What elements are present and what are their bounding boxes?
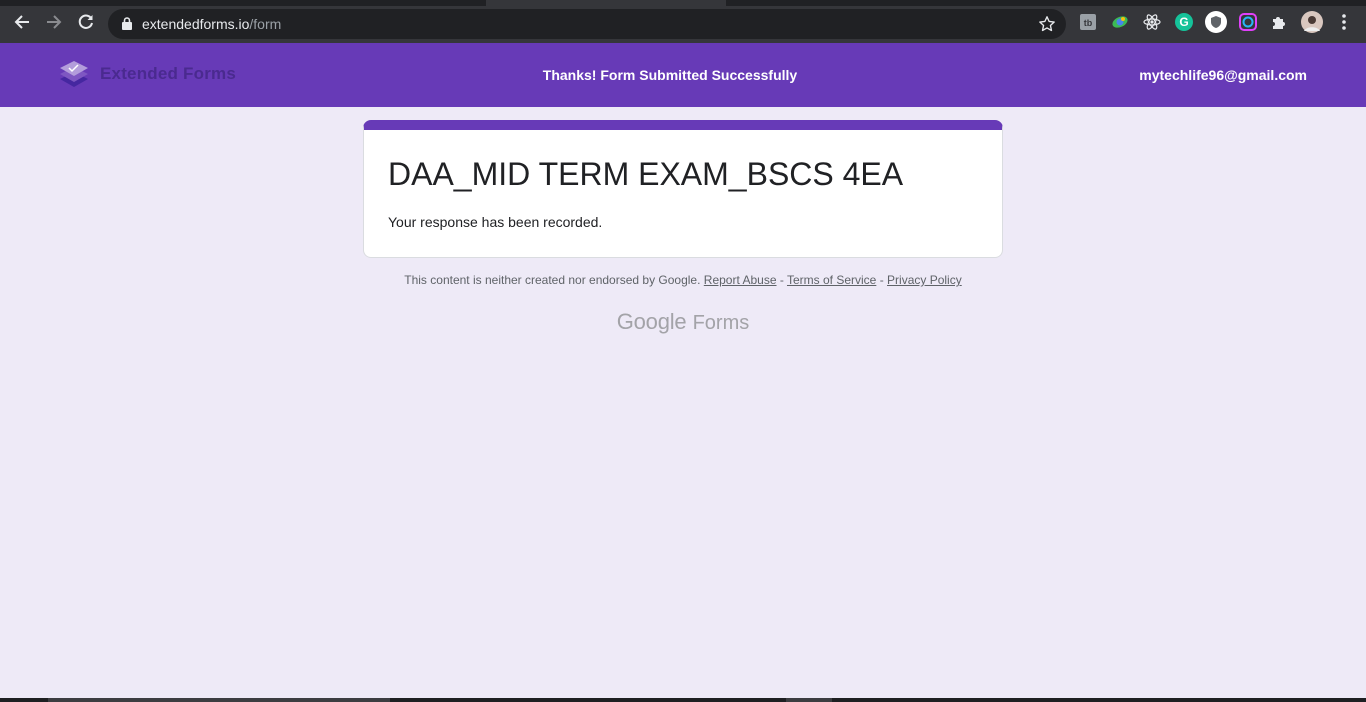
disclaimer-text: This content is neither created nor endo… (404, 273, 701, 287)
url-path: /form (249, 16, 282, 32)
scrollbar-segment (48, 698, 390, 702)
tab-strip-edge (726, 0, 1366, 6)
window-bottom-edge (0, 698, 1366, 702)
privacy-policy-link[interactable]: Privacy Policy (887, 273, 962, 287)
react-icon[interactable] (1143, 13, 1161, 31)
avatar[interactable] (1301, 11, 1323, 33)
google-wordmark: Google (616, 309, 687, 334)
svg-text:tb: tb (1084, 18, 1093, 28)
forward-button[interactable] (44, 12, 64, 32)
form-title: DAA_MID TERM EXAM_BSCS 4EA (388, 156, 904, 192)
page-viewport: Extended Forms Thanks! Form Submitted Su… (0, 43, 1366, 698)
footer: This content is neither created nor endo… (0, 273, 1366, 287)
svg-text:G: G (1179, 15, 1188, 29)
reload-icon (78, 14, 93, 29)
forms-wordmark: Forms (692, 312, 750, 334)
color-ring-icon[interactable] (1239, 13, 1257, 31)
reload-button[interactable] (76, 12, 96, 32)
footer-separator: - (779, 273, 784, 287)
report-abuse-link[interactable]: Report Abuse (704, 273, 777, 287)
shield-extension-icon[interactable] (1205, 11, 1227, 33)
footer-separator: - (879, 273, 884, 287)
confirmation-card: DAA_MID TERM EXAM_BSCS 4EA Your response… (363, 120, 1003, 258)
browser-toolbar: extendedforms.io/form tb G (0, 0, 1366, 43)
tb-extension-icon[interactable]: tb (1079, 13, 1097, 31)
account-email[interactable]: mytechlife96@gmail.com (1139, 67, 1307, 83)
globe-extension-icon[interactable] (1111, 13, 1129, 31)
arrow-right-icon (47, 15, 62, 29)
terms-of-service-link[interactable]: Terms of Service (787, 273, 876, 287)
lock-icon[interactable] (122, 17, 132, 30)
kebab-menu-icon[interactable] (1335, 13, 1353, 31)
arrow-left-icon (14, 15, 29, 29)
address-bar[interactable]: extendedforms.io/form (108, 9, 1066, 39)
tab-strip-edge (0, 0, 486, 6)
google-forms-logo[interactable]: Google Forms (0, 309, 1366, 335)
url-text[interactable]: extendedforms.io/form (142, 16, 281, 32)
confirmation-message: Your response has been recorded. (388, 214, 603, 230)
url-domain: extendedforms.io (142, 16, 250, 32)
scrollbar-segment (786, 698, 832, 702)
star-icon[interactable] (1038, 15, 1056, 33)
puzzle-icon[interactable] (1270, 13, 1288, 31)
grammarly-icon[interactable]: G (1175, 13, 1193, 31)
app-header: Extended Forms Thanks! Form Submitted Su… (0, 43, 1366, 107)
back-button[interactable] (12, 12, 32, 32)
